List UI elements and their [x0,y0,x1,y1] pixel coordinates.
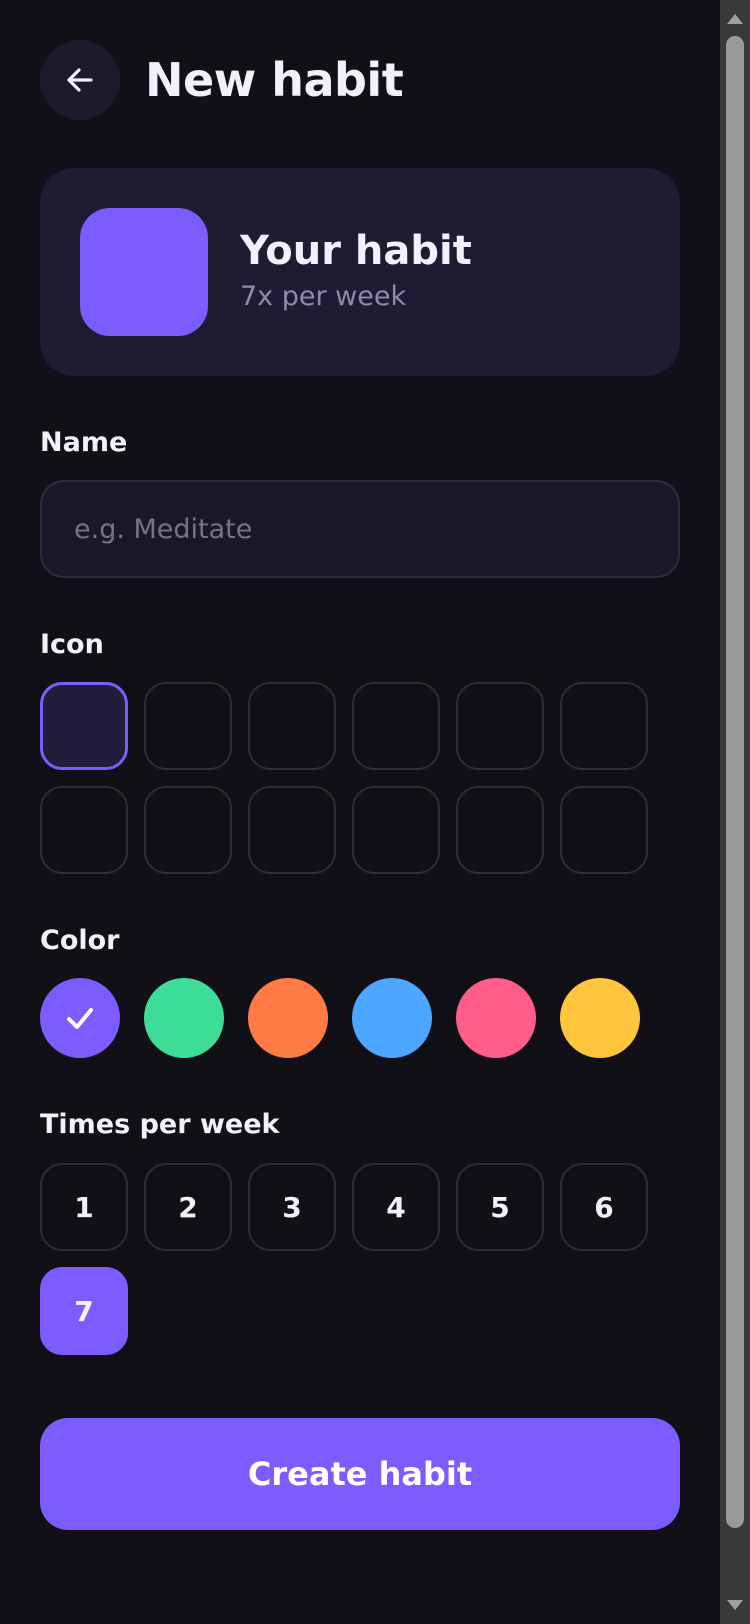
times-option-1[interactable]: 1 [40,1163,128,1251]
icon-option-6[interactable] [560,682,648,770]
times-option-3[interactable]: 3 [248,1163,336,1251]
habit-name-input[interactable] [40,480,680,578]
icon-option-1[interactable] [40,682,128,770]
icon-option-7[interactable] [40,786,128,874]
icon-option-5[interactable] [456,682,544,770]
color-option-orange[interactable] [248,978,328,1058]
arrow-left-icon [67,68,93,92]
scroll-up-icon[interactable] [727,14,743,24]
icon-option-12[interactable] [560,786,648,874]
habit-preview-icon [80,208,208,336]
times-option-7[interactable]: 7 [40,1267,128,1355]
scrollbar-thumb[interactable] [726,36,744,1528]
times-option-5[interactable]: 5 [456,1163,544,1251]
scrollbar[interactable] [720,0,750,1624]
icon-label: Icon [40,629,104,660]
habit-preview-card: Your habit 7x per week [40,168,680,376]
color-label: Color [40,925,120,956]
times-per-week-label: Times per week [40,1109,280,1140]
icon-option-9[interactable] [248,786,336,874]
page-title: New habit [145,53,404,107]
times-option-4[interactable]: 4 [352,1163,440,1251]
color-option-green[interactable] [144,978,224,1058]
color-option-blue[interactable] [352,978,432,1058]
check-icon [67,1008,93,1029]
new-habit-screen: New habit Your habit 7x per week Name Ic… [0,0,720,1624]
back-button[interactable] [40,40,120,120]
icon-option-11[interactable] [456,786,544,874]
color-option-purple[interactable] [40,978,120,1058]
icon-option-3[interactable] [248,682,336,770]
icon-option-10[interactable] [352,786,440,874]
habit-preview-name: Your habit [240,228,472,274]
times-option-6[interactable]: 6 [560,1163,648,1251]
color-option-yellow[interactable] [560,978,640,1058]
color-option-pink[interactable] [456,978,536,1058]
icon-option-2[interactable] [144,682,232,770]
icon-option-4[interactable] [352,682,440,770]
times-option-2[interactable]: 2 [144,1163,232,1251]
habit-preview-frequency: 7x per week [240,281,407,312]
create-habit-button[interactable]: Create habit [40,1418,680,1530]
icon-option-8[interactable] [144,786,232,874]
name-label: Name [40,427,128,458]
scroll-down-icon[interactable] [727,1600,743,1610]
